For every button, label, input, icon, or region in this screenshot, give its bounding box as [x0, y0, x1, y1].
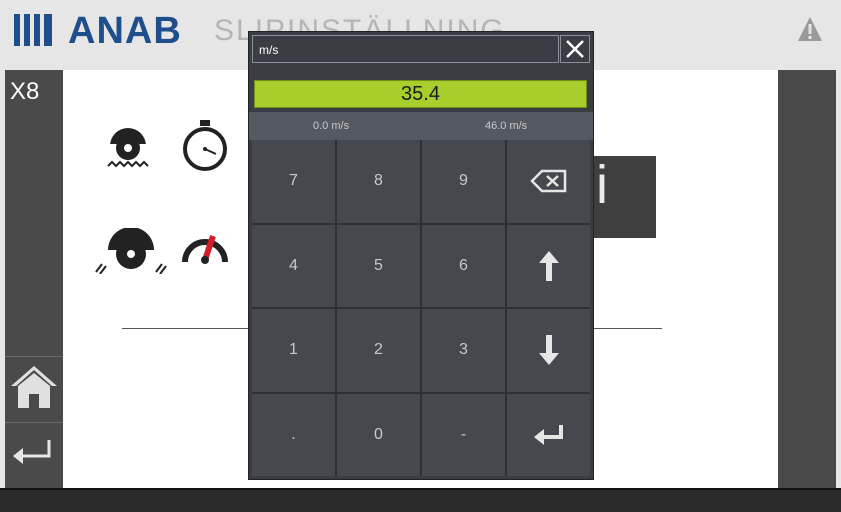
arrow-up-icon	[538, 250, 559, 281]
logo-bars	[14, 14, 58, 46]
value-input[interactable]: 35.4	[254, 80, 587, 108]
range-bar: 0.0 m/s 46.0 m/s	[249, 112, 593, 140]
numeric-keypad-dialog: m/s 35.4 0.0 m/s 46.0 m/s 7 8 9 4 5 6 1 …	[248, 31, 594, 480]
key-1[interactable]: 1	[252, 309, 335, 392]
key-6[interactable]: 6	[422, 224, 505, 307]
right-sidebar	[778, 70, 836, 488]
warning-icon[interactable]	[797, 16, 823, 47]
machine-label: X8	[10, 78, 40, 105]
up-button[interactable]	[507, 224, 590, 307]
down-button[interactable]	[507, 309, 590, 392]
stopwatch-icon	[180, 118, 230, 177]
backspace-icon	[529, 170, 566, 193]
saw-speed-icon	[92, 227, 170, 279]
key-4[interactable]: 4	[252, 224, 335, 307]
keypad: 7 8 9 4 5 6 1 2 3 . 0 -	[252, 140, 590, 476]
key-minus[interactable]: -	[422, 393, 505, 476]
key-2[interactable]: 2	[337, 309, 420, 392]
status-bar	[0, 488, 841, 512]
backspace-button[interactable]	[507, 140, 590, 223]
dialog-title-bar: m/s	[252, 35, 559, 63]
key-decimal[interactable]: .	[252, 393, 335, 476]
key-8[interactable]: 8	[337, 140, 420, 223]
home-icon[interactable]	[7, 362, 61, 417]
key-0[interactable]: 0	[337, 393, 420, 476]
max-value: 46.0 m/s	[485, 120, 528, 132]
enter-icon	[533, 424, 563, 445]
enter-button[interactable]	[507, 393, 590, 476]
key-7[interactable]: 7	[252, 140, 335, 223]
close-icon	[566, 40, 584, 58]
info-panel[interactable]: i	[594, 156, 656, 238]
divider	[5, 422, 63, 423]
saw-blade-icon	[106, 122, 150, 173]
logo: ANAB	[68, 10, 182, 52]
key-9[interactable]: 9	[422, 140, 505, 223]
speedometer-icon	[180, 228, 230, 273]
arrow-down-icon	[538, 335, 559, 366]
key-5[interactable]: 5	[337, 224, 420, 307]
left-sidebar	[5, 70, 63, 488]
close-button[interactable]	[560, 35, 590, 63]
unit-label: m/s	[259, 43, 279, 57]
min-value: 0.0 m/s	[313, 120, 350, 132]
key-3[interactable]: 3	[422, 309, 505, 392]
info-glyph: i	[596, 156, 608, 215]
back-icon[interactable]	[9, 434, 55, 479]
divider	[5, 356, 63, 357]
value-text: 35.4	[401, 83, 440, 105]
